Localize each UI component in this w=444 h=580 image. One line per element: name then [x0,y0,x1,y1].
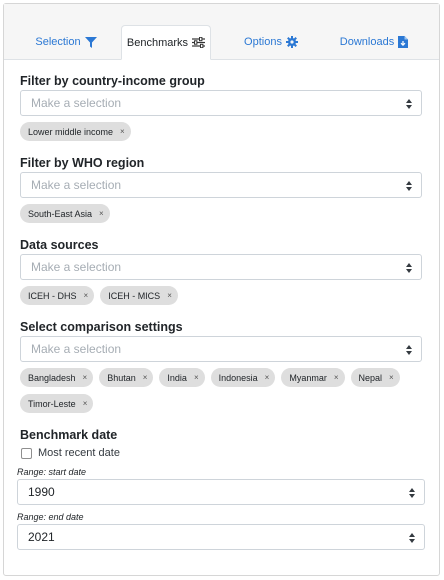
benchmarks-panel: Selection Benchmarks Options Downloads F… [3,3,440,576]
tab-options-label: Options [244,36,282,48]
chip-label: Bangladesh [28,372,76,383]
sort-arrows-icon [409,487,415,501]
tab-options[interactable]: Options [226,24,316,60]
sources-select-placeholder: Make a selection [31,260,122,274]
sources-chips: ICEH - DHS × ICEH - MICS × [20,286,420,305]
start-date-select[interactable]: 1990 [17,479,425,505]
comparison-settings-select[interactable]: Make a selection [20,336,422,362]
remove-chip-icon[interactable]: × [194,373,199,382]
comparison-select-placeholder: Make a selection [31,342,122,356]
gear-icon [285,36,298,48]
chip-label: Bhutan [107,372,136,383]
sort-arrows-icon [406,344,412,358]
selected-chip: Indonesia × [210,368,276,387]
remove-chip-icon[interactable]: × [265,373,270,382]
remove-chip-icon[interactable]: × [120,127,125,136]
selected-chip: ICEH - DHS × [20,286,95,305]
benchmark-date-label: Benchmark date [20,428,118,442]
income-filter-label: Filter by country-income group [20,74,205,88]
remove-chip-icon[interactable]: × [167,291,172,300]
sort-arrows-icon [406,180,412,194]
filter-icon [84,36,97,48]
income-chips: Lower middle income × [20,122,420,141]
chip-label: Indonesia [218,372,258,383]
end-date-label: Range: end date [17,512,84,522]
selected-chip: Bhutan × [99,368,154,387]
chip-label: Lower middle income [28,126,114,137]
region-chips: South-East Asia × [20,204,420,223]
most-recent-label: Most recent date [38,447,120,459]
income-select-placeholder: Make a selection [31,96,122,110]
region-select-placeholder: Make a selection [31,178,122,192]
selected-chip: Nepal × [350,368,400,387]
remove-chip-icon[interactable]: × [389,373,394,382]
remove-chip-icon[interactable]: × [334,373,339,382]
selected-chip: South-East Asia × [20,204,110,223]
tab-benchmarks[interactable]: Benchmarks [121,25,211,60]
end-date-select[interactable]: 2021 [17,524,425,550]
remove-chip-icon[interactable]: × [83,373,88,382]
selected-chip: Timor-Leste × [20,394,94,413]
selected-chip: India × [159,368,205,387]
selected-chip: Bangladesh × [20,368,94,387]
sort-arrows-icon [406,98,412,112]
tab-selection-label: Selection [35,36,81,48]
chip-label: Timor-Leste [28,398,76,409]
chip-label: South-East Asia [28,208,93,219]
end-date-value: 2021 [28,530,55,544]
sort-arrows-icon [409,532,415,546]
tab-downloads-label: Downloads [339,36,395,48]
remove-chip-icon[interactable]: × [83,399,88,408]
file-download-icon [398,36,409,48]
tab-downloads[interactable]: Downloads [326,24,422,60]
region-filter-label: Filter by WHO region [20,156,145,170]
most-recent-checkbox[interactable] [21,447,32,459]
remove-chip-icon[interactable]: × [99,209,104,218]
selected-chip: Lower middle income × [20,122,131,141]
tab-selection[interactable]: Selection [20,24,112,60]
sort-arrows-icon [406,262,412,276]
selected-chip: Myanmar × [281,368,345,387]
chip-label: Myanmar [289,372,327,383]
chip-label: India [167,372,187,383]
start-date-label: Range: start date [17,467,87,477]
tab-benchmarks-label: Benchmarks [126,36,189,49]
most-recent-row: Most recent date [21,447,120,459]
tab-bar: Selection Benchmarks Options Downloads [4,4,439,60]
remove-chip-icon[interactable]: × [143,373,148,382]
remove-chip-icon[interactable]: × [84,291,89,300]
chip-label: ICEH - MICS [108,290,161,301]
selected-chip: ICEH - MICS × [100,286,178,305]
chip-label: ICEH - DHS [28,290,77,301]
who-region-select[interactable]: Make a selection [20,172,422,198]
comparison-label: Select comparison settings [20,320,183,334]
data-sources-select[interactable]: Make a selection [20,254,422,280]
sliders-icon [192,37,206,48]
chip-label: Nepal [358,372,383,383]
income-group-select[interactable]: Make a selection [20,90,422,116]
comparison-chips: Bangladesh × Bhutan × India × Indonesia × Myanma… [20,368,420,413]
sources-filter-label: Data sources [20,238,99,252]
start-date-value: 1990 [28,485,55,499]
